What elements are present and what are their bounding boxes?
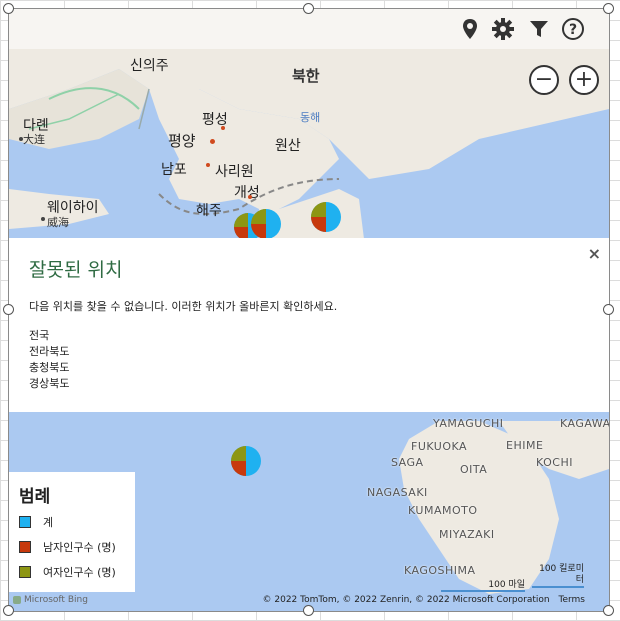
legend-item[interactable]: 여자인구수 (명): [19, 564, 116, 580]
map-attribution: © 2022 TomTom, © 2022 Zenrin, © 2022 Mic…: [262, 595, 586, 605]
list-item: 경상북도: [29, 377, 70, 390]
legend: 범례 계 남자인구수 (명) 여자인구수 (명): [9, 472, 135, 592]
map-label-miyazaki: MIYAZAKI: [439, 528, 495, 541]
map-label-weihai-zh: 威海: [47, 216, 69, 229]
list-item: 전국: [29, 329, 50, 342]
legend-swatch: [19, 541, 31, 553]
resize-handle[interactable]: [3, 3, 14, 14]
list-item: 충청북도: [29, 361, 70, 374]
map-label-nampo: 남포: [161, 162, 187, 178]
city-dot: [41, 217, 45, 221]
resize-handle[interactable]: [3, 605, 14, 616]
city-dot: [210, 139, 215, 144]
city-dot: [221, 126, 225, 130]
legend-title: 범례: [19, 487, 51, 507]
legend-swatch: [19, 566, 31, 578]
pie-marker[interactable]: [230, 445, 262, 477]
map-chart-frame[interactable]: 신의주 북한 다롄 大连 평성 동해 평양 원산 남포 사리원 개성 웨이하이 …: [8, 8, 610, 612]
map-label-saga: SAGA: [391, 456, 424, 469]
pie-marker-cluster[interactable]: [234, 207, 286, 241]
map-label-wonsan: 원산: [275, 138, 301, 154]
bing-icon: [13, 596, 21, 604]
dialog-message: 다음 위치를 찾을 수 없습니다. 이러한 위치가 올바른지 확인하세요.: [29, 300, 338, 313]
map-label-nagasaki: NAGASAKI: [367, 486, 428, 499]
map-label-pyongyang: 평양: [168, 132, 196, 150]
help-icon[interactable]: ?: [561, 17, 585, 41]
invalid-location-dialog: 잘못된 위치 × 다음 위치를 찾을 수 없습니다. 이러한 위치가 올바른지 …: [9, 238, 609, 412]
legend-swatch: [19, 516, 31, 528]
list-item: 전라북도: [29, 345, 70, 358]
city-dot: [206, 163, 210, 167]
map-label-kagoshima: KAGOSHIMA: [404, 564, 476, 577]
map-toolbar: ?: [9, 9, 609, 49]
location-list: 전국 전라북도 충청북도 경상북도: [29, 328, 69, 392]
gear-icon[interactable]: [491, 17, 515, 41]
terms-link[interactable]: Terms: [558, 595, 585, 605]
map-label-east-sea: 동해: [300, 111, 321, 124]
svg-text:?: ?: [569, 22, 577, 38]
resize-handle[interactable]: [603, 304, 614, 315]
city-dot: [19, 137, 23, 141]
map-label-north-korea: 북한: [292, 67, 320, 85]
resize-handle[interactable]: [303, 605, 314, 616]
map-label-kaesong: 개성: [234, 185, 260, 201]
map-label-kumamoto: KUMAMOTO: [408, 504, 478, 517]
filter-icon[interactable]: [527, 17, 551, 41]
legend-item[interactable]: 계: [19, 514, 53, 530]
resize-handle[interactable]: [603, 3, 614, 14]
resize-handle[interactable]: [303, 3, 314, 14]
map-pin-icon[interactable]: [458, 17, 482, 41]
map-label-dalian-zh: 大连: [23, 133, 45, 146]
resize-handle[interactable]: [603, 605, 614, 616]
pie-marker[interactable]: [310, 201, 342, 233]
map-label-oita: OITA: [460, 463, 488, 476]
scale-km: 100 킬로미터: [532, 564, 584, 588]
dialog-title: 잘못된 위치: [29, 259, 123, 281]
legend-item[interactable]: 남자인구수 (명): [19, 539, 116, 555]
resize-handle[interactable]: [3, 304, 14, 315]
close-icon[interactable]: ×: [588, 244, 601, 263]
map-label-haeju: 해주: [196, 203, 222, 219]
city-dot: [248, 195, 252, 199]
zoom-in-button[interactable]: +: [569, 65, 599, 95]
map-label-yamaguchi: YAMAGUCHI: [433, 417, 504, 430]
map-label-fukuoka: FUKUOKA: [411, 440, 468, 453]
map-label-kagawa: KAGAWA: [560, 417, 609, 430]
map-label-ehime: EHIME: [506, 439, 544, 452]
map-label-sinuiju: 신의주: [130, 58, 169, 74]
map-label-kochi: KOCHI: [536, 456, 573, 469]
map-label-sariwon: 사리원: [215, 164, 254, 180]
bing-logo: Microsoft Bing: [13, 595, 88, 605]
zoom-out-button[interactable]: −: [529, 65, 559, 95]
scale-miles: 100 마일: [441, 577, 525, 592]
